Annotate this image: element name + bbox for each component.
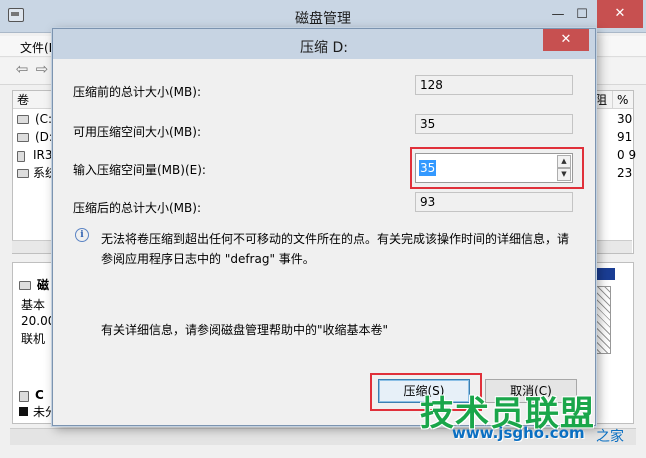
disk-type: 基本 [21,298,46,312]
window-close-button[interactable]: ✕ [597,0,643,28]
table-row-value: 91 [617,130,633,144]
table-row-value: 30 [617,112,633,126]
input-highlight-box [410,147,584,189]
available-space-field: 35 [415,114,573,134]
total-after-field: 93 [415,192,573,212]
disk-size: 20.00 [21,314,56,328]
total-before-label: 压缩前的总计大小(MB): [73,85,201,99]
partition-header-stripe [595,268,615,280]
total-after-label: 压缩后的总计大小(MB): [73,201,201,215]
watermark-tail: 之家 [596,429,624,445]
column-header-volume[interactable]: 卷 [13,91,53,109]
drive-icon [17,115,29,124]
disk-label: 磁 [37,278,50,292]
dialog-title: 压缩 D: [300,40,348,56]
table-row-name[interactable]: (D: [35,129,53,145]
dialog-close-button[interactable]: ✕ [543,29,589,51]
cd-drive-icon [17,151,25,162]
back-arrow-icon[interactable]: ⇦ [14,61,30,77]
legend-unallocated-swatch [19,407,28,416]
minimize-button[interactable]: — [548,4,568,26]
table-row-value: 23 [617,166,633,180]
disk-icon [19,281,31,290]
shrink-amount-label: 输入压缩空间量(MB)(E): [73,163,206,177]
table-row-name[interactable]: IR3 [33,147,53,163]
info-message: 无法将卷压缩到超出任何不可移动的文件所在的点。有关完成该操作时间的详细信息，请参… [101,232,570,266]
cd-rom-label: C [35,388,44,402]
maximize-button[interactable]: ☐ [572,4,592,26]
info-icon: i [75,228,89,242]
available-space-label: 可用压缩空间大小(MB): [73,125,201,139]
drive-icon [17,133,29,142]
disk-status: 联机 [21,332,46,346]
column-header-b[interactable]: % [613,91,633,109]
help-message: 有关详细信息，请参阅磁盘管理帮助中的"收缩基本卷" [101,323,389,337]
watermark-url: www.jsgho.com [452,424,585,442]
table-row-value: 0 9 [617,148,637,162]
menu-file[interactable]: 文件(F [20,39,56,56]
shrink-dialog: 压缩 D: ✕ 压缩前的总计大小(MB): 128 可用压缩空间大小(MB): … [52,28,596,426]
total-before-field: 128 [415,75,573,95]
forward-arrow-icon[interactable]: ⇨ [34,61,50,77]
drive-icon [17,169,29,178]
cd-rom-icon [19,391,29,402]
dialog-titlebar: 压缩 D: ✕ [53,29,595,59]
table-row-name[interactable]: (C: [35,111,52,127]
